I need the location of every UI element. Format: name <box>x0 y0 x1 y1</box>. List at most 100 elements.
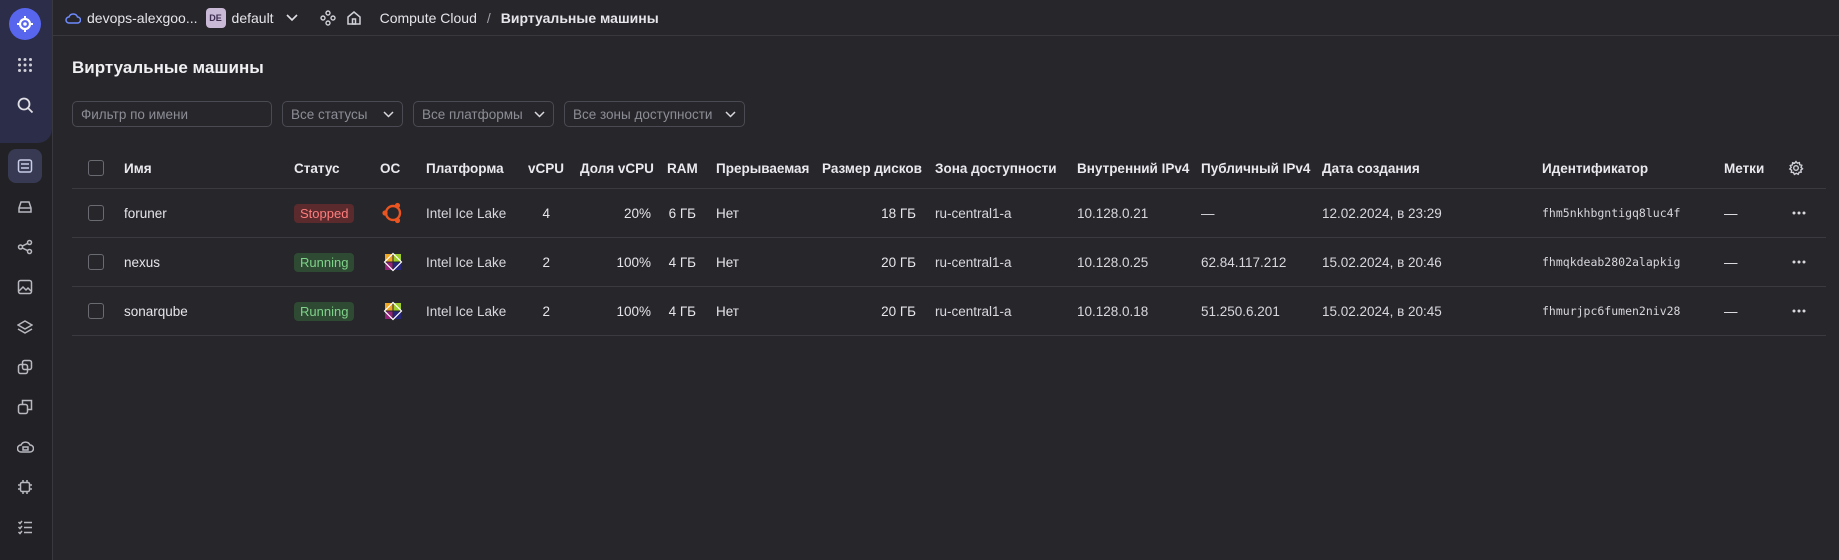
zone-filter-select[interactable]: Все зоны доступности <box>564 101 745 127</box>
col-id[interactable]: Идентификатор <box>1542 148 1648 188</box>
vm-preemptible: Нет <box>716 254 739 270</box>
vm-name[interactable]: sonarqube <box>124 287 188 335</box>
vm-id[interactable]: fhmqkdeab2802alapkig <box>1542 238 1680 286</box>
vm-labels: — <box>1724 303 1738 319</box>
status-badge: Running <box>294 287 355 335</box>
cloud-name: devops-alexgoo... <box>87 9 198 26</box>
vm-disk: 20 ГБ <box>881 254 916 270</box>
vm-preemptible: Нет <box>716 205 739 221</box>
vm-ram: 4 ГБ <box>668 303 696 319</box>
table-row[interactable]: foruner Stopped Intel Ice Lake 4 20% 6 Г… <box>72 189 1826 238</box>
status-badge: Running <box>294 238 355 286</box>
more-actions-icon[interactable] <box>1792 189 1806 237</box>
vm-name[interactable]: nexus <box>124 238 160 286</box>
vm-vcpu: 2 <box>542 254 550 270</box>
vm-vcpu-share: 100% <box>616 254 651 270</box>
filters-bar: Фильтр по имени Все статусы Все платформ… <box>72 101 745 127</box>
col-created[interactable]: Дата создания <box>1322 148 1420 188</box>
col-public-ip[interactable]: Публичный IPv4 <box>1201 148 1310 188</box>
placement-groups-icon[interactable] <box>10 392 40 422</box>
vm-created: 12.02.2024, в 23:29 <box>1322 205 1442 221</box>
vm-internal-ip: 10.128.0.21 <box>1077 205 1149 221</box>
platform-filter-value: Все платформы <box>422 106 523 122</box>
status-filter-select[interactable]: Все статусы <box>282 101 403 127</box>
vm-platform: Intel Ice Lake <box>426 254 507 270</box>
vm-zone: ru-central1-a <box>935 254 1012 270</box>
vm-public-ip: 51.250.6.201 <box>1201 303 1280 319</box>
instance-groups-icon[interactable] <box>10 352 40 382</box>
virtual-machines-icon[interactable] <box>8 149 42 183</box>
select-all-checkbox[interactable] <box>88 148 104 188</box>
platform-filter-select[interactable]: Все платформы <box>413 101 554 127</box>
vm-zone: ru-central1-a <box>935 205 1012 221</box>
disks-icon[interactable] <box>10 192 40 222</box>
left-rail <box>0 0 53 560</box>
vm-public-ip: — <box>1201 205 1215 221</box>
home-icon[interactable] <box>346 10 362 26</box>
centos-icon <box>380 287 406 335</box>
layers-icon[interactable] <box>10 312 40 342</box>
service-map-icon[interactable] <box>319 9 336 26</box>
apps-grid-icon[interactable] <box>10 50 40 80</box>
col-vcpu[interactable]: vCPU <box>528 148 564 188</box>
top-bar: devops-alexgoo... DE default Compute Clo… <box>53 0 1839 36</box>
vm-name[interactable]: foruner <box>124 189 167 237</box>
row-checkbox[interactable] <box>88 238 104 286</box>
table-row[interactable]: nexus Running Intel Ice Lake 2 100% 4 ГБ… <box>72 238 1826 287</box>
table-header-row: Имя Статус ОС Платформа vCPU Доля vCPU R… <box>72 148 1826 189</box>
col-name[interactable]: Имя <box>124 148 152 188</box>
chevron-down-icon <box>725 110 736 118</box>
col-zone[interactable]: Зона доступности <box>935 148 1057 188</box>
name-filter-input[interactable]: Фильтр по имени <box>72 101 272 127</box>
col-preemptible[interactable]: Прерываемая <box>716 148 809 188</box>
vm-internal-ip: 10.128.0.25 <box>1077 254 1149 270</box>
vm-vcpu-share: 100% <box>616 303 651 319</box>
folder-selector[interactable]: DE default <box>205 7 298 28</box>
col-vcpu-share[interactable]: Доля vCPU <box>580 148 654 188</box>
col-ram[interactable]: RAM <box>667 148 698 188</box>
chevron-down-icon <box>383 110 394 118</box>
page-title: Виртуальные машины <box>72 58 264 77</box>
folder-name: default <box>231 9 274 26</box>
table-settings-gear-icon[interactable] <box>1788 148 1804 188</box>
breadcrumb-separator: / <box>486 9 491 26</box>
table-row[interactable]: sonarqube Running Intel Ice Lake 2 100% … <box>72 287 1826 336</box>
breadcrumb-current: Виртуальные машины <box>500 9 659 26</box>
vm-vcpu-share: 20% <box>623 205 651 221</box>
breadcrumb-service[interactable]: Compute Cloud <box>380 10 477 26</box>
vm-created: 15.02.2024, в 20:45 <box>1322 303 1442 319</box>
logo-icon[interactable] <box>9 8 41 40</box>
col-labels[interactable]: Метки <box>1724 148 1764 188</box>
status-badge: Stopped <box>294 189 355 237</box>
chevron-down-icon <box>534 110 545 118</box>
name-filter-placeholder: Фильтр по имени <box>81 106 188 122</box>
operations-list-icon[interactable] <box>10 512 40 542</box>
more-actions-icon[interactable] <box>1792 238 1806 286</box>
vm-ram: 4 ГБ <box>668 254 696 270</box>
cloud-icon <box>65 12 81 24</box>
col-internal-ip[interactable]: Внутренний IPv4 <box>1077 148 1189 188</box>
vm-id[interactable]: fhm5nkhbgntigq8luc4f <box>1542 189 1680 237</box>
row-checkbox[interactable] <box>88 189 104 237</box>
centos-icon <box>380 238 406 286</box>
vm-vcpu: 2 <box>542 303 550 319</box>
vm-disk: 18 ГБ <box>881 205 916 221</box>
images-icon[interactable] <box>10 272 40 302</box>
col-disk[interactable]: Размер дисков <box>822 148 922 188</box>
vm-id[interactable]: fhmurjpc6fumen2niv28 <box>1542 287 1680 335</box>
col-os[interactable]: ОС <box>380 148 400 188</box>
search-icon[interactable] <box>10 90 40 120</box>
network-icon[interactable] <box>10 232 40 262</box>
cloud-selector[interactable]: devops-alexgoo... <box>65 10 198 26</box>
zone-filter-value: Все зоны доступности <box>573 106 713 122</box>
vm-disk: 20 ГБ <box>881 303 916 319</box>
col-platform[interactable]: Платформа <box>426 148 504 188</box>
col-status[interactable]: Статус <box>294 148 340 188</box>
ubuntu-icon <box>380 189 406 237</box>
hardware-icon[interactable] <box>10 472 40 502</box>
cloud-desktops-icon[interactable] <box>10 432 40 462</box>
more-actions-icon[interactable] <box>1792 287 1806 335</box>
breadcrumb: Compute Cloud / Виртуальные машины <box>380 10 659 26</box>
vm-preemptible: Нет <box>716 303 739 319</box>
row-checkbox[interactable] <box>88 287 104 335</box>
